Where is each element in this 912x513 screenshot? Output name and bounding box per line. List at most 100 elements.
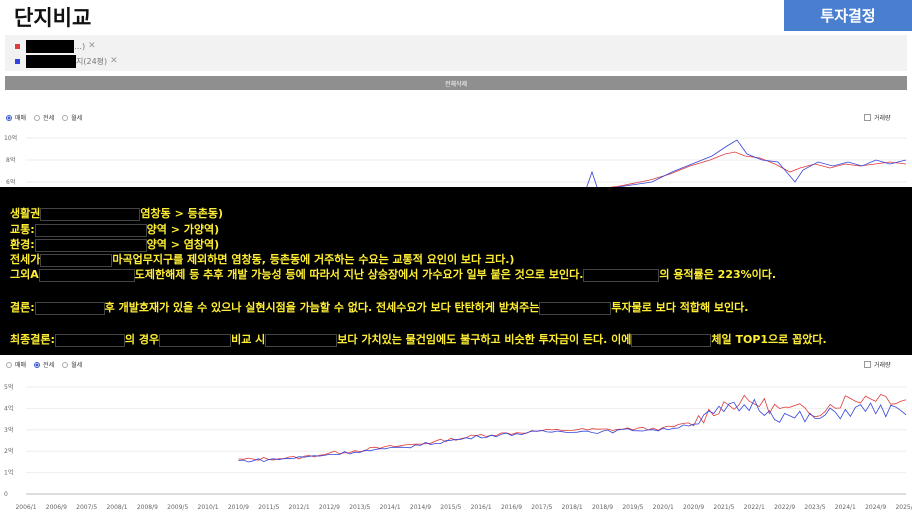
overlay-text: 전세가 bbox=[10, 253, 41, 266]
overlay-line-environment: 환경: 양역 > 염창역) bbox=[10, 238, 219, 252]
overlay-text: 환경: bbox=[10, 238, 35, 251]
redacted-block bbox=[631, 333, 712, 347]
radio-sale[interactable]: 매매 bbox=[6, 113, 26, 122]
volume-label: 거래량 bbox=[874, 362, 891, 369]
overlay-text: 양역 > 가양역) bbox=[146, 223, 220, 236]
radio-label: 월세 bbox=[71, 362, 83, 369]
x-tick-label: 2009/5 bbox=[167, 504, 188, 511]
y-tick-label: 1억 bbox=[4, 469, 13, 477]
redacted-block bbox=[539, 301, 612, 315]
overlay-text: 그외A bbox=[10, 268, 39, 281]
analysis-overlay: 생활권 염창동 > 등촌동) 교통: 양역 > 가양역) 환경: 양역 > 염창역) … bbox=[0, 187, 912, 355]
radio-monthly[interactable]: 월세 bbox=[62, 113, 82, 122]
overlay-text: 최종결론: bbox=[10, 333, 55, 346]
overlay-text: 결론: bbox=[10, 301, 35, 314]
compare-item-label: …) bbox=[74, 41, 86, 51]
radio-label: 매매 bbox=[15, 115, 27, 122]
x-tick-label: 2011/5 bbox=[258, 504, 279, 511]
x-tick-label: 2024/1 bbox=[835, 504, 856, 511]
redacted-block bbox=[26, 54, 76, 68]
y-tick-label: 3억 bbox=[4, 426, 13, 434]
x-tick-label: 2022/9 bbox=[774, 504, 795, 511]
radio-jeonse[interactable]: 전세 bbox=[34, 113, 54, 122]
x-tick-label: 2014/1 bbox=[380, 504, 401, 511]
redacted-block bbox=[159, 333, 232, 347]
delete-all-button[interactable]: 전체삭제 bbox=[5, 76, 907, 90]
x-tick-label: 2006/1 bbox=[15, 504, 36, 511]
y-tick-label: 4억 bbox=[4, 404, 13, 412]
x-tick-label: 2023/5 bbox=[804, 504, 825, 511]
jeonse-price-chart: 5억 4억 3억 2억 1억 0 2006/1 2006/9 2007/5 2008/1 2008… bbox=[4, 383, 912, 511]
radio-monthly[interactable]: 월세 bbox=[62, 360, 82, 369]
radio-dot bbox=[34, 361, 41, 368]
series-color-swatch bbox=[15, 43, 20, 49]
overlay-text: 염창동 > 등촌동) bbox=[140, 207, 223, 220]
checkbox bbox=[864, 114, 871, 121]
x-tick-label: 2010/1 bbox=[198, 504, 219, 511]
remove-icon[interactable]: ✕ bbox=[88, 41, 96, 51]
x-tick-label: 2012/9 bbox=[319, 504, 340, 511]
overlay-text: 의 용적률은 223%이다. bbox=[659, 268, 777, 281]
radio-label: 전세 bbox=[43, 362, 55, 369]
radio-label: 전세 bbox=[43, 115, 55, 122]
overlay-text: 마곡업무지구를 제외하면 염창동, 등촌동에 거주하는 수요는 교통적 요인이 … bbox=[112, 253, 515, 266]
overlay-text: 투자물로 보다 적합해 보인다. bbox=[611, 301, 749, 314]
series-color-swatch bbox=[15, 58, 20, 64]
compare-item: 지(24평) ✕ bbox=[15, 54, 118, 68]
overlay-line-others: 그외A 도제한해제 등 추후 개발 가능성 등에 따라서 지난 상승장에서 가수요… bbox=[10, 268, 776, 282]
jeonse-series-red bbox=[238, 394, 907, 461]
overlay-text: 도제한해제 등 추후 개발 가능성 등에 따라서 지난 상승장에서 가수요가 일… bbox=[134, 268, 584, 281]
x-tick-label: 2008/1 bbox=[106, 504, 127, 511]
radio-label: 월세 bbox=[71, 115, 83, 122]
overlay-text: 후 개발호재가 있을 수 있으나 실현시점을 가늠할 수 없다. 전세수요가 보… bbox=[104, 301, 540, 314]
overlay-line-jeonse: 전세가 마곡업무지구를 제외하면 염창동, 등촌동에 거주하는 수요는 교통적 요… bbox=[10, 253, 514, 267]
x-tick-label: 2006/9 bbox=[46, 504, 67, 511]
volume-label: 거래량 bbox=[874, 115, 891, 122]
x-tick-label: 2015/5 bbox=[440, 504, 461, 511]
redacted-block bbox=[26, 39, 74, 53]
overlay-text: 생활권 bbox=[10, 207, 41, 220]
y-tick-label: 5억 bbox=[4, 383, 13, 391]
x-tick-label: 2016/1 bbox=[471, 504, 492, 511]
y-tick-label: 6억 bbox=[6, 178, 15, 186]
radio-dot bbox=[6, 114, 12, 121]
x-tick-label: 2008/9 bbox=[137, 504, 158, 511]
page-title: 단지비교 bbox=[14, 6, 92, 30]
redacted-block bbox=[265, 333, 338, 347]
y-tick-label: 2억 bbox=[4, 447, 13, 455]
x-tick-label: 2019/5 bbox=[622, 504, 643, 511]
invest-decision-button[interactable]: 투자결정 bbox=[784, 0, 912, 31]
overlay-text: 의 경우 bbox=[124, 333, 160, 346]
y-tick-label: 0 bbox=[4, 491, 8, 498]
volume-toggle-top[interactable]: 거래량 bbox=[864, 113, 891, 122]
x-tick-label: 2010/9 bbox=[228, 504, 249, 511]
x-tick-label: 2020/9 bbox=[683, 504, 704, 511]
redacted-block bbox=[34, 223, 147, 237]
remove-icon[interactable]: ✕ bbox=[110, 56, 118, 66]
redacted-block bbox=[54, 333, 125, 347]
sale-price-chart: 10억 8억 6억 bbox=[4, 134, 907, 193]
radio-sale[interactable]: 매매 bbox=[6, 360, 26, 369]
overlay-text: 양역 > 염창역) bbox=[146, 238, 220, 251]
x-tick-label: 2018/1 bbox=[562, 504, 583, 511]
volume-toggle-bottom[interactable]: 거래량 bbox=[864, 360, 891, 369]
x-tick-label: 2013/5 bbox=[349, 504, 370, 511]
x-tick-label: 2021/5 bbox=[713, 504, 734, 511]
overlay-text: 교통: bbox=[10, 223, 35, 236]
radio-dot bbox=[62, 361, 69, 368]
deal-type-tabs-bottom: 매매 전세 월세 bbox=[6, 360, 90, 369]
radio-dot bbox=[6, 361, 12, 368]
deal-type-tabs-top: 매매 전세 월세 bbox=[6, 113, 90, 122]
x-tick-label: 2014/9 bbox=[410, 504, 431, 511]
redacted-block bbox=[40, 253, 113, 267]
overlay-line-final: 최종결론: 의 경우 비교 시 보다 가치있는 물건임에도 불구하고 비슷한 투자금이… bbox=[10, 333, 827, 347]
x-tick-label: 2018/9 bbox=[592, 504, 613, 511]
overlay-line-conclusion: 결론: 후 개발호재가 있을 수 있으나 실현시점을 가늠할 수 없다. 전세수요… bbox=[10, 301, 748, 315]
overlay-line-transport: 교통: 양역 > 가양역) bbox=[10, 223, 219, 237]
compare-item: …) ✕ bbox=[15, 39, 96, 53]
redacted-block bbox=[583, 268, 660, 282]
x-tick-label: 2024/9 bbox=[865, 504, 886, 511]
overlay-text: 비교 시 bbox=[231, 333, 266, 346]
radio-jeonse[interactable]: 전세 bbox=[34, 360, 54, 369]
compare-list: …) ✕ 지(24평) ✕ bbox=[5, 35, 907, 71]
